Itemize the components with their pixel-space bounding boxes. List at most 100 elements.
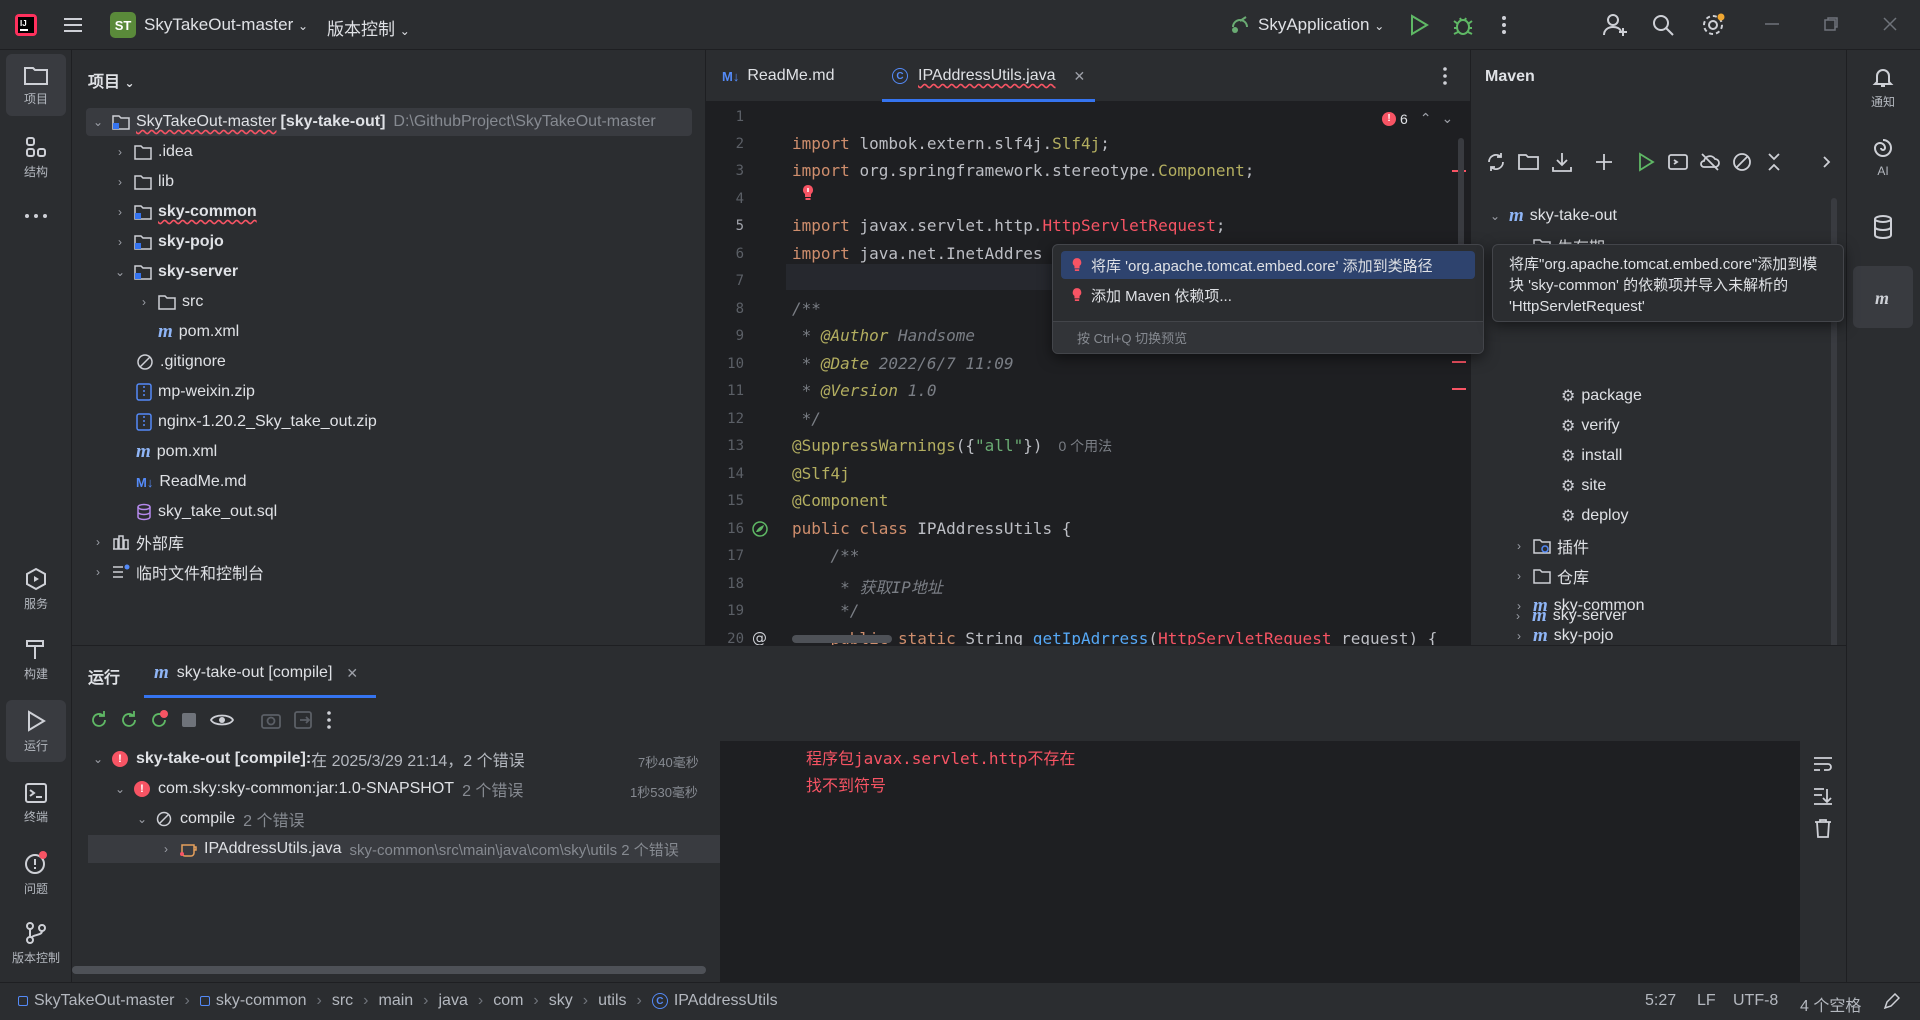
quick-fix-add-library[interactable]: 将库 'org.apache.tomcat.embed.core' 添加到类路径: [1061, 251, 1475, 279]
stripe-notifications-button[interactable]: 通知: [1853, 56, 1913, 118]
code-line[interactable]: * @Author Handsome: [792, 326, 975, 345]
eye-icon[interactable]: [210, 709, 234, 731]
close-window-icon[interactable]: [1882, 16, 1898, 32]
code-line[interactable]: */: [792, 601, 859, 620]
code-line[interactable]: import org.springframework.stereotype.Co…: [792, 161, 1254, 180]
annotation-marker-icon[interactable]: @: [751, 631, 769, 645]
breadcrumb-item[interactable]: utils: [598, 992, 626, 1010]
chevron-right-icon[interactable]: [1819, 151, 1835, 173]
run-config-icon[interactable]: [1667, 151, 1689, 173]
exit-icon[interactable]: [292, 709, 314, 731]
code-line[interactable]: @Slf4j: [792, 464, 850, 483]
tree-item-external-libs[interactable]: › 外部库: [90, 528, 184, 556]
code-line[interactable]: import javax.servlet.http.HttpServletReq…: [792, 216, 1226, 235]
stop-icon[interactable]: [180, 711, 198, 729]
error-summary[interactable]: ! 6 ⌃ ⌄: [1382, 110, 1453, 127]
breadcrumb-item[interactable]: java: [439, 992, 468, 1010]
build-tree-scrollbar[interactable]: [72, 966, 706, 974]
stripe-terminal-button[interactable]: 终端: [6, 772, 66, 834]
build-tree-file[interactable]: › IPAddressUtils.java sky-common\src\main…: [158, 835, 679, 863]
debug-icon[interactable]: [1451, 12, 1475, 38]
search-icon[interactable]: [1651, 13, 1675, 37]
reload-icon[interactable]: [1485, 151, 1507, 173]
code-line[interactable]: * 获取IP地址: [792, 574, 943, 598]
close-tab-icon[interactable]: ✕: [346, 665, 358, 682]
build-tree-root[interactable]: ⌄ ! sky-take-out [compile]: 在 2025/3/29 …: [90, 745, 525, 773]
code-line[interactable]: public class IPAddressUtils {: [792, 519, 1071, 538]
main-menu-icon[interactable]: [62, 14, 84, 36]
download-icon[interactable]: [1551, 151, 1573, 173]
trash-icon[interactable]: [1812, 817, 1834, 839]
stripe-database-button[interactable]: [1853, 196, 1913, 258]
add-user-icon[interactable]: [1602, 12, 1628, 38]
maven-repositories[interactable]: › 仓库: [1511, 562, 1589, 590]
indent-setting[interactable]: 4 个空格: [1800, 992, 1861, 1016]
tree-item-gitignore[interactable]: .gitignore: [136, 348, 226, 376]
soft-wrap-icon[interactable]: [1812, 753, 1834, 775]
code-line[interactable]: */: [792, 409, 821, 428]
code-line[interactable]: import lombok.extern.slf4j.Slf4j;: [792, 134, 1110, 153]
maven-goal-site[interactable]: ⚙ site: [1561, 472, 1606, 500]
breadcrumb-item[interactable]: SkyTakeOut-master: [34, 992, 174, 1010]
tree-item-lib[interactable]: › lib: [112, 168, 174, 196]
tree-item-nginx-zip[interactable]: nginx-1.20.2_Sky_take_out.zip: [136, 408, 377, 436]
stripe-build-button[interactable]: 构建: [6, 628, 66, 690]
error-stripe-mark[interactable]: [1452, 388, 1466, 390]
tree-item-sql[interactable]: sky_take_out.sql: [136, 498, 277, 526]
tree-root-row[interactable]: ⌄ SkyTakeOut-master [sky-take-out] D:\Gi…: [90, 108, 656, 136]
breadcrumb-item[interactable]: com: [493, 992, 523, 1010]
minimize-window-icon[interactable]: [1764, 22, 1780, 26]
tree-item-server-pom[interactable]: m pom.xml: [158, 318, 239, 346]
add-icon[interactable]: [1593, 151, 1615, 173]
skip-tests-icon[interactable]: [1731, 151, 1753, 173]
stripe-run-button[interactable]: 运行: [6, 700, 66, 762]
stripe-project-button[interactable]: 项目: [6, 54, 66, 116]
tree-item-src[interactable]: › src: [136, 288, 203, 316]
stripe-vcs-button[interactable]: 版本控制: [6, 912, 66, 974]
chevron-down-icon[interactable]: ⌄: [1442, 110, 1454, 127]
tree-item-root-pom[interactable]: m pom.xml: [136, 438, 217, 466]
run-tab-compile[interactable]: m sky-take-out [compile] ✕: [154, 662, 358, 684]
code-line[interactable]: /**: [792, 299, 821, 318]
code-line[interactable]: * @Version 1.0: [792, 381, 937, 400]
run-icon[interactable]: [1408, 13, 1430, 37]
stripe-maven-button[interactable]: m: [1853, 266, 1913, 328]
code-line[interactable]: import java.net.InetAddres: [792, 244, 1042, 263]
stripe-services-button[interactable]: 服务: [6, 558, 66, 620]
tabs-more-icon[interactable]: [1442, 66, 1448, 86]
quick-fix-add-maven-dependency[interactable]: 添加 Maven 依赖项...: [1061, 281, 1475, 309]
usage-hint[interactable]: 0 个用法: [1058, 438, 1112, 454]
file-encoding[interactable]: UTF-8: [1733, 992, 1778, 1010]
breadcrumb-item[interactable]: main: [378, 992, 413, 1010]
settings-gear-icon[interactable]: [1700, 12, 1726, 38]
breadcrumb-item[interactable]: sky: [549, 992, 573, 1010]
project-panel-title[interactable]: 项目 ⌄: [88, 68, 135, 92]
app-logo-icon[interactable]: IJ: [14, 13, 38, 37]
more-vertical-icon[interactable]: [1500, 13, 1508, 37]
editor-horizontal-scrollbar[interactable]: [792, 635, 892, 643]
stripe-structure-button[interactable]: 结构: [6, 126, 66, 188]
error-stripe-mark[interactable]: [1452, 361, 1466, 363]
chevron-up-icon[interactable]: ⌃: [1420, 110, 1432, 127]
line-separator[interactable]: LF: [1697, 992, 1716, 1010]
maven-goal-install[interactable]: ⚙ install: [1561, 442, 1622, 470]
restore-window-icon[interactable]: [1823, 16, 1839, 32]
code-line[interactable]: @Component: [792, 491, 888, 510]
breadcrumb-item[interactable]: sky-common: [216, 992, 307, 1010]
rerun-error-icon[interactable]: [148, 709, 170, 731]
maven-plugins[interactable]: › 插件: [1511, 532, 1589, 560]
build-output-text[interactable]: 程序包javax.servlet.http不存在 找不到符号: [806, 745, 1075, 799]
tab-ipaddressutils[interactable]: C IPAddressUtils.java ✕: [881, 50, 1096, 102]
readonly-toggle-icon[interactable]: [1882, 993, 1900, 1011]
intention-bulb-icon[interactable]: [801, 184, 815, 202]
project-badge[interactable]: ST: [110, 12, 136, 38]
tree-item-scratches[interactable]: › 临时文件和控制台: [90, 558, 264, 586]
maven-goal-verify[interactable]: ⚙ verify: [1561, 412, 1620, 440]
maven-root[interactable]: ⌄ m sky-take-out: [1487, 202, 1617, 230]
tree-item-readme[interactable]: M↓ ReadMe.md: [136, 468, 247, 496]
run-config-selector[interactable]: SkyApplication ⌄: [1258, 15, 1384, 35]
tree-item-sky-server[interactable]: ⌄ sky-server: [112, 258, 238, 286]
project-switcher[interactable]: SkyTakeOut-master ⌄: [144, 15, 308, 35]
spring-bean-icon[interactable]: [751, 520, 769, 538]
build-tree-module[interactable]: ⌄ ! com.sky:sky-common:jar:1.0-SNAPSHOT 2…: [112, 775, 523, 803]
